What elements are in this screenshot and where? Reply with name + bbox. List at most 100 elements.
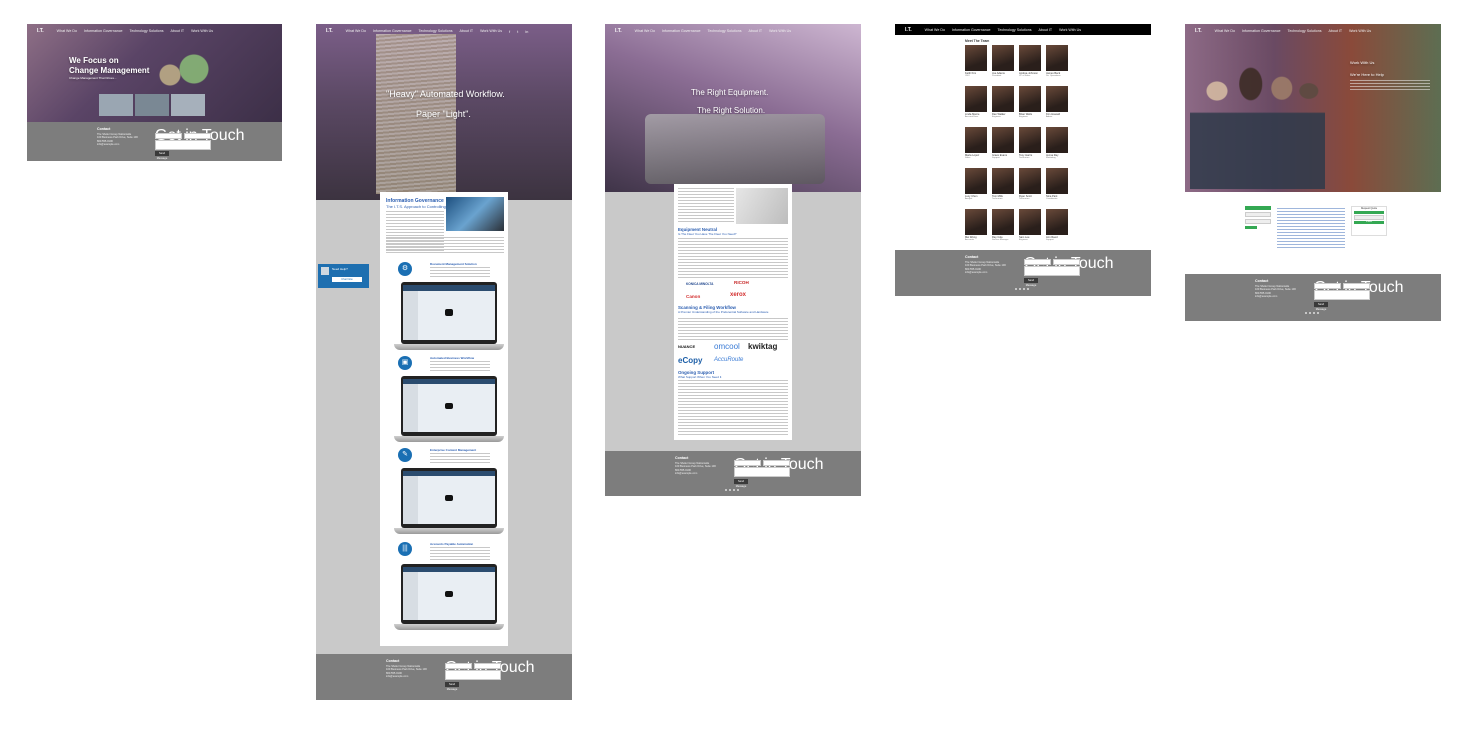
page-thumbnail-work-with-us[interactable]: Work With Us We're Here to Help I.T. Wha… [1185, 24, 1441, 321]
twitter-icon[interactable] [729, 489, 731, 491]
demo-video-laptop[interactable] [394, 468, 504, 534]
nav-link-technology-solutions[interactable]: Technology Solutions [130, 29, 164, 33]
team-member-card[interactable]: Ann Reed Support [1046, 209, 1068, 241]
nav-link-about[interactable]: About IT [171, 29, 185, 33]
email-field[interactable] [1343, 283, 1370, 289]
name-field[interactable] [445, 663, 472, 669]
team-member-card[interactable]: Brian Wells Engineer [1019, 86, 1041, 118]
send-button[interactable]: Send Message [1314, 302, 1328, 311]
demo-video-laptop[interactable] [394, 564, 504, 630]
gallery-image[interactable] [171, 94, 205, 116]
message-field[interactable] [734, 467, 790, 477]
page-thumbnail-information-governance[interactable]: "Heavy" Automated Workflow. Paper "Light… [316, 24, 572, 700]
team-member-card[interactable]: Keith Kim CEO [965, 45, 987, 77]
username-field[interactable] [1245, 212, 1271, 217]
message-field[interactable] [1314, 290, 1370, 300]
nav-link-about[interactable]: About IT [1329, 29, 1343, 33]
footer-email[interactable]: info@example.com [386, 675, 427, 678]
gallery-image[interactable] [99, 94, 133, 116]
team-member-card[interactable]: Jenna Ray Marketing [1046, 127, 1068, 159]
email-field[interactable] [763, 460, 790, 466]
send-button[interactable]: Send Message [445, 682, 459, 691]
play-icon[interactable] [445, 402, 453, 409]
youtube-icon[interactable] [737, 489, 739, 491]
gallery-image[interactable] [135, 94, 169, 116]
nav-link-what-we-do[interactable]: What We Do [346, 29, 366, 33]
nav-link-work-with-us[interactable]: Work With Us [1349, 29, 1371, 33]
demo-video-laptop[interactable] [394, 282, 504, 350]
email-field[interactable] [184, 133, 211, 139]
footer-email[interactable]: info@example.com [97, 143, 138, 146]
message-field[interactable] [445, 670, 501, 680]
team-member-card[interactable]: Tom Mills Technician [992, 168, 1014, 200]
send-button[interactable]: Send Message [1024, 278, 1038, 287]
nav-link-technology-solutions[interactable]: Technology Solutions [419, 29, 453, 33]
twitter-icon[interactable] [1019, 288, 1021, 290]
quote-submit-button[interactable]: Submit [1354, 221, 1384, 224]
site-logo[interactable]: I.T. [37, 28, 44, 34]
nav-link-what-we-do[interactable]: What We Do [1215, 29, 1235, 33]
nav-link-work-with-us[interactable]: Work With Us [480, 29, 502, 33]
team-member-card[interactable]: Andrea Johnson VP of Sales [1019, 45, 1041, 77]
name-field[interactable] [155, 133, 182, 139]
team-member-card[interactable]: James Beck Dir. Operations [1046, 45, 1068, 77]
nav-link-work-with-us[interactable]: Work With Us [191, 29, 213, 33]
message-field[interactable] [155, 140, 211, 150]
nav-link-work-with-us[interactable]: Work With Us [769, 29, 791, 33]
message-field[interactable] [1024, 266, 1080, 276]
nav-link-what-we-do[interactable]: What We Do [635, 29, 655, 33]
youtube-icon[interactable] [1027, 288, 1029, 290]
team-member-card[interactable]: Dan Walker Engineer [992, 86, 1014, 118]
team-member-card[interactable]: Linda Moore Account Exec [965, 86, 987, 118]
footer-email[interactable]: info@example.com [965, 271, 1006, 274]
footer-email[interactable]: info@example.com [1255, 295, 1296, 298]
login-button[interactable] [1245, 226, 1257, 229]
name-field[interactable] [734, 460, 761, 466]
email-field[interactable] [1053, 259, 1080, 265]
facebook-icon[interactable] [1305, 312, 1307, 314]
team-member-card[interactable]: Mei Wong Accounts [965, 209, 987, 241]
nav-link-information-governance[interactable]: Information Governance [1242, 29, 1281, 33]
linkedin-icon[interactable]: in [525, 29, 528, 34]
password-field[interactable] [1245, 219, 1271, 224]
team-member-card[interactable]: Kim Howard Admin [1046, 86, 1068, 118]
team-member-card[interactable]: Tony Harris Technician [1019, 127, 1041, 159]
send-button[interactable]: Send Message [155, 151, 169, 160]
nav-link-what-we-do[interactable]: What We Do [57, 29, 77, 33]
team-member-card[interactable]: Joe Adams President [992, 45, 1014, 77]
page-thumbnail-technology-solutions[interactable]: The Right Equipment. The Right Solution.… [605, 24, 861, 496]
play-icon[interactable] [445, 590, 453, 597]
nav-link-information-governance[interactable]: Information Governance [373, 29, 412, 33]
quote-field[interactable] [1354, 211, 1384, 214]
play-icon[interactable] [445, 494, 453, 501]
linkedin-icon[interactable] [733, 489, 735, 491]
demo-video-laptop[interactable] [394, 376, 504, 442]
footer-email[interactable]: info@example.com [675, 472, 716, 475]
nav-link-about[interactable]: About IT [749, 29, 763, 33]
twitter-icon[interactable] [1309, 312, 1311, 314]
nav-link-technology-solutions[interactable]: Technology Solutions [1288, 29, 1322, 33]
chat-widget[interactable]: Need Help? Chat Now [318, 264, 369, 288]
site-logo[interactable]: I.T. [326, 28, 333, 34]
site-logo[interactable]: I.T. [615, 28, 622, 34]
team-member-card[interactable]: Ryan Scott Technician [1019, 168, 1041, 200]
site-logo[interactable]: I.T. [1195, 28, 1202, 34]
team-member-card[interactable]: Sam Lee Engineer [1019, 209, 1041, 241]
page-thumbnail-team[interactable]: I.T. What We Do Information Governance T… [895, 24, 1151, 296]
youtube-icon[interactable] [1317, 312, 1319, 314]
linkedin-icon[interactable] [1313, 312, 1315, 314]
linkedin-icon[interactable] [1023, 288, 1025, 290]
name-field[interactable] [1024, 259, 1051, 265]
play-icon[interactable] [445, 309, 453, 316]
quote-field[interactable] [1354, 215, 1384, 220]
twitter-icon[interactable]: t [517, 29, 518, 34]
team-member-card[interactable]: Ray Cole Service Manager [992, 209, 1014, 241]
team-member-card[interactable]: Lucy Chen Analyst [965, 168, 987, 200]
nav-link-technology-solutions[interactable]: Technology Solutions [708, 29, 742, 33]
team-member-card[interactable]: Maria Lopez Sales [965, 127, 987, 159]
page-thumbnail-home[interactable]: We Focus on Change Management Change Man… [27, 24, 282, 161]
nav-link-information-governance[interactable]: Information Governance [84, 29, 123, 33]
team-member-card[interactable]: Grace Evans Support [992, 127, 1014, 159]
email-field[interactable] [474, 663, 501, 669]
send-button[interactable]: Send Message [734, 479, 748, 488]
